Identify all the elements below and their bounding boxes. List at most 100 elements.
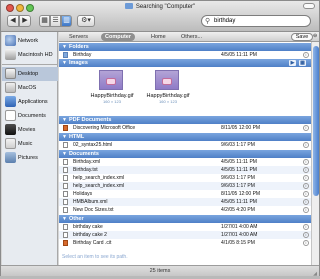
sidebar-item-label: Macintosh HD [18,52,53,58]
section-header-folders[interactable]: ▼ Folders [59,43,311,51]
sidebar-item-label: Documents [18,113,46,119]
info-icon[interactable]: i [303,191,309,197]
slideshow-icon[interactable]: ▶ [289,60,296,66]
result-row[interactable]: Birthday.txt 4/5/05 11:11 PM i [59,166,311,174]
results-pane: Servers Computer Home Others... Save ⊖ ▼… [59,32,319,265]
sidebar-item-movies[interactable]: Movies [5,123,57,137]
info-icon[interactable]: i [303,199,309,205]
document-icon [63,191,68,197]
scope-home[interactable]: Home [147,33,170,41]
list-view-button[interactable]: ☰ [50,15,61,27]
desktop-icon [5,68,16,79]
column-view-button[interactable]: ▥ [61,15,72,27]
document-icon [63,207,68,213]
forward-button[interactable]: ▶ [19,15,31,27]
section-header-documents[interactable]: ▼ Documents [59,150,311,158]
image-result[interactable]: HappyBirthday.gif 160 × 123 [87,70,137,110]
sidebar-item-label: Network [18,38,39,44]
document-icon [63,175,68,181]
section-header-pdf[interactable]: ▼ PDF Documents [59,116,311,124]
result-row[interactable]: 02_syntax25.html 9/6/03 1:17 PM i [59,141,311,149]
sidebar-item-applications[interactable]: Applications [5,95,57,109]
info-icon[interactable]: i [303,175,309,181]
applications-icon [5,96,16,107]
scrollbar-thumb[interactable] [313,46,319,196]
search-icon: ⚲ [205,18,211,25]
info-icon[interactable]: i [303,183,309,189]
html-file-icon [63,142,68,148]
info-icon[interactable]: i [303,125,309,131]
scope-others[interactable]: Others... [177,33,206,41]
documents-icon [5,110,16,121]
presentation-icon [63,125,68,131]
sidebar-item-label: Pictures [18,155,38,161]
status-bar: 25 items ◢ [1,265,319,277]
result-row[interactable]: birthday cake 1/27/01 4:00 AM i [59,223,311,231]
sidebar-item-network[interactable]: Network [5,34,57,48]
scope-servers[interactable]: Servers [65,33,92,41]
disclosure-triangle-icon: ▼ [62,60,67,66]
result-row[interactable]: Birthday 4/5/05 11:11 PM i [59,51,311,59]
sidebar-item-pictures[interactable]: Pictures [5,151,57,165]
sidebar-item-desktop[interactable]: Desktop [2,67,58,81]
finder-window: Searching "Computer" ◀ ▶ ▦ ☰ ▥ ⚙▾ ⚲ birt… [0,0,320,277]
sidebar-item-macintosh-hd[interactable]: Macintosh HD [5,48,57,62]
result-row[interactable]: Discovering Microsoft Office 8/11/05 12:… [59,124,311,132]
image-result[interactable]: HappyBirthday.gif 160 × 123 [143,70,193,110]
image-thumbnail [155,70,179,90]
file-icon [63,232,68,238]
result-row[interactable]: HMBAlbum.xml 4/5/05 11:11 PM i [59,198,311,206]
section-header-html[interactable]: ▼ HTML [59,133,311,141]
sidebar-item-home[interactable]: MacOS [5,81,57,95]
pictures-icon [5,152,16,163]
info-icon[interactable]: i [303,240,309,246]
info-icon[interactable]: i [303,142,309,148]
result-row[interactable]: birthday cake 2 1/27/01 4:00 AM i [59,231,311,239]
sidebar-item-music[interactable]: Music [5,137,57,151]
icon-view-button[interactable]: ▦ [39,15,50,27]
result-row[interactable]: Holidays 8/11/05 12:00 PM i [59,190,311,198]
save-search-button[interactable]: Save [291,33,313,41]
result-row[interactable]: New Doc Sizes.txt 4/2/05 4:20 PM i [59,206,311,214]
result-row[interactable]: help_search_index.xml 9/6/03 1:17 PM i [59,182,311,190]
view-toggle-icon[interactable]: ▦ [299,60,306,66]
disclosure-triangle-icon: ▼ [62,134,67,140]
info-icon[interactable]: i [303,159,309,165]
sidebar-item-documents[interactable]: Documents [5,109,57,123]
image-thumbnail [99,70,123,90]
path-hint: Select an item to see its path. [62,254,128,260]
search-folder-icon [124,3,133,9]
info-icon[interactable]: i [303,167,309,173]
search-field[interactable]: ⚲ birthday [201,15,311,27]
file-icon [63,224,68,230]
info-icon[interactable]: i [303,52,309,58]
back-button[interactable]: ◀ [7,15,19,27]
info-icon[interactable]: i [303,207,309,213]
info-icon[interactable]: i [303,224,309,230]
movies-icon [5,124,16,135]
action-menu-button[interactable]: ⚙▾ [77,15,95,27]
folder-icon [63,52,68,58]
file-icon [63,240,68,246]
vertical-scrollbar[interactable] [311,42,319,265]
disclosure-triangle-icon: ▼ [62,151,67,157]
item-count: 25 items [149,268,171,274]
window-title: Searching "Computer" [1,3,319,10]
result-row[interactable]: help_search_index.xml 9/6/03 1:17 PM i [59,174,311,182]
sidebar-item-label: Music [18,141,33,147]
scope-computer[interactable]: Computer [101,33,135,41]
section-header-images[interactable]: ▼ Images ▶ ▦ [59,59,311,67]
search-input-value: birthday [214,18,236,24]
network-icon [5,35,16,46]
toolbar-toggle-button[interactable] [303,3,315,9]
info-icon[interactable]: i [303,232,309,238]
sidebar-item-label: Movies [18,127,36,133]
title-toolbar: Searching "Computer" ◀ ▶ ▦ ☰ ▥ ⚙▾ ⚲ birt… [1,1,319,32]
section-header-other[interactable]: ▼ Other [59,215,311,223]
result-row[interactable]: Birthday.xml 4/5/05 11:11 PM i [59,158,311,166]
remove-icon[interactable]: ⊖ [313,33,318,41]
document-icon [63,159,68,165]
result-row[interactable]: Birthday Card .cit 4/1/05 8:15 PM i [59,239,311,247]
home-icon [5,82,16,93]
resize-grip-icon[interactable]: ◢ [312,269,318,277]
